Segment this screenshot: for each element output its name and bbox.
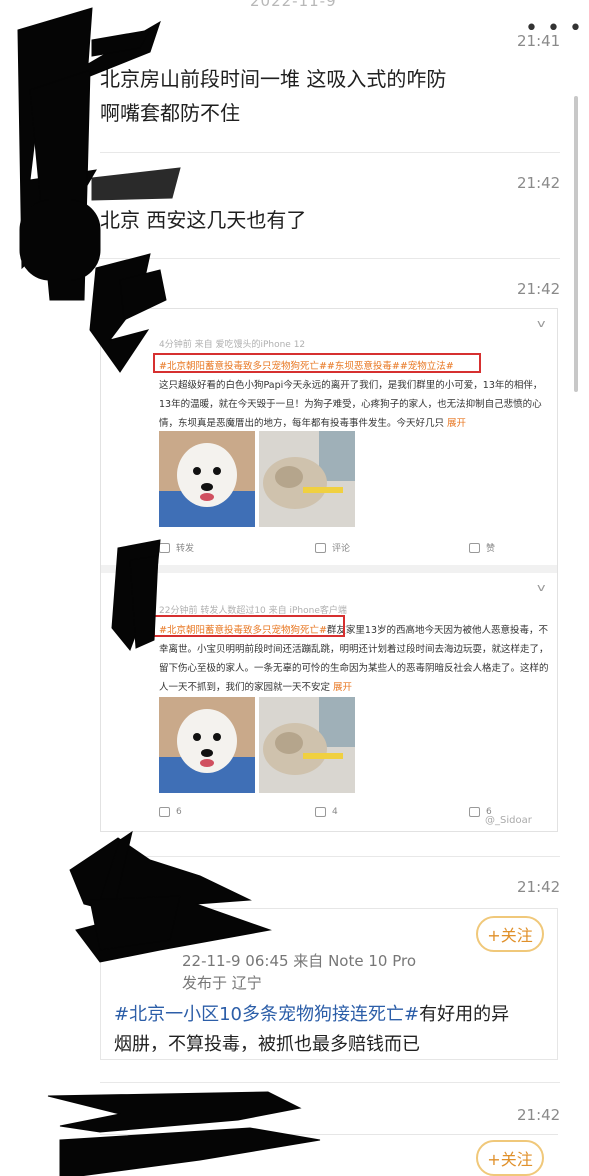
redaction-scribbles: [17, 7, 321, 1176]
